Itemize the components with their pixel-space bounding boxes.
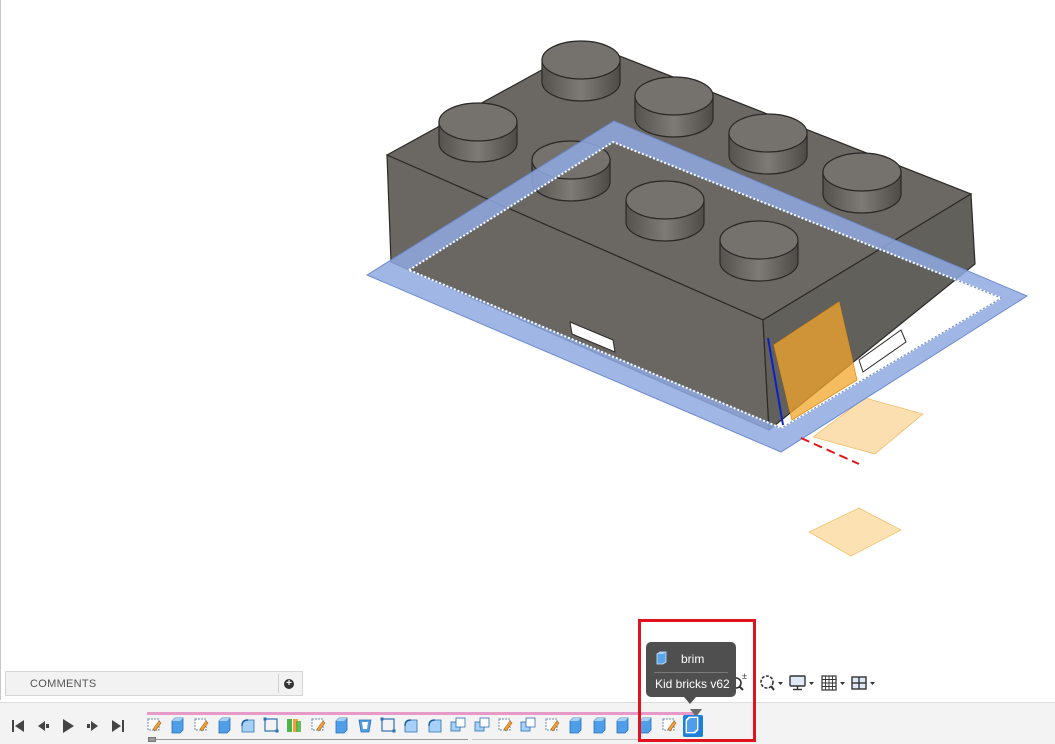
skip-to-end-icon[interactable] xyxy=(110,718,126,734)
divider xyxy=(278,674,279,693)
timeline-ruler-suppressed xyxy=(472,739,672,740)
timeline-start-handle[interactable] xyxy=(148,737,156,742)
skip-to-start-icon[interactable] xyxy=(10,718,26,734)
divider xyxy=(654,672,728,673)
timeline-bar xyxy=(0,702,1055,744)
comments-panel: COMMENTS + xyxy=(5,671,303,696)
step-back-icon[interactable] xyxy=(35,718,51,734)
timeline-feature-fillet-icon[interactable] xyxy=(426,716,444,736)
grid-icon[interactable] xyxy=(820,673,848,693)
display-settings-icon[interactable] xyxy=(788,673,816,693)
feature-tooltip: brim Kid bricks v62 xyxy=(646,642,736,697)
timeline-feature-extrude-icon[interactable] xyxy=(590,716,608,736)
timeline-feature-sketch-icon[interactable] xyxy=(145,716,163,736)
timeline-feature-extrude-icon[interactable] xyxy=(566,716,584,736)
timeline-feature-extrude-icon[interactable] xyxy=(332,716,350,736)
timeline-feature-extrude-icon[interactable] xyxy=(168,716,186,736)
step-forward-icon[interactable] xyxy=(85,718,101,734)
timeline-feature-extrude-icon[interactable] xyxy=(215,716,233,736)
timeline-track[interactable] xyxy=(147,712,695,715)
play-icon[interactable] xyxy=(60,718,76,734)
viewports-icon[interactable] xyxy=(850,673,878,693)
brick-model[interactable] xyxy=(1,0,1055,620)
timeline-feature-fillet-icon[interactable] xyxy=(402,716,420,736)
timeline-feature-sketch-curve-icon[interactable] xyxy=(262,716,280,736)
timeline-feature-fillet-icon[interactable] xyxy=(239,716,257,736)
timeline-feature-sketch-icon[interactable] xyxy=(496,716,514,736)
timeline-feature-shell-icon[interactable] xyxy=(356,716,374,736)
timeline-feature-extrude-icon[interactable] xyxy=(636,716,654,736)
timeline-feature-extrude-icon[interactable] xyxy=(613,716,631,736)
zoom-icon[interactable] xyxy=(758,673,784,693)
timeline-feature-combine-icon[interactable] xyxy=(473,716,491,736)
timeline-feature-combine-icon[interactable] xyxy=(519,716,537,736)
timeline-feature-sketch-icon[interactable] xyxy=(660,716,678,736)
tooltip-feature-name: brim xyxy=(681,652,705,666)
timeline-feature-sketch-curve-icon[interactable] xyxy=(379,716,397,736)
canvas-viewport[interactable] xyxy=(0,0,1055,700)
tooltip-document-version: Kid bricks v62 xyxy=(655,677,730,691)
timeline-feature-sketch-icon[interactable] xyxy=(309,716,327,736)
comments-label: COMMENTS xyxy=(30,678,97,690)
add-comment-button[interactable]: + xyxy=(284,679,294,689)
tooltip-arrow xyxy=(684,697,696,704)
timeline-feature-combine-icon[interactable] xyxy=(449,716,467,736)
timeline-feature-sketch-icon[interactable] xyxy=(543,716,561,736)
zoom-modifier-label: ± xyxy=(742,671,747,681)
body-icon xyxy=(655,651,668,665)
construction-plane xyxy=(808,507,902,557)
timeline-feature-pattern-icon[interactable] xyxy=(285,716,303,736)
timeline-feature-sketch-icon[interactable] xyxy=(192,716,210,736)
timeline-feature-brim-icon[interactable] xyxy=(683,715,704,737)
timeline-ruler xyxy=(148,739,468,740)
